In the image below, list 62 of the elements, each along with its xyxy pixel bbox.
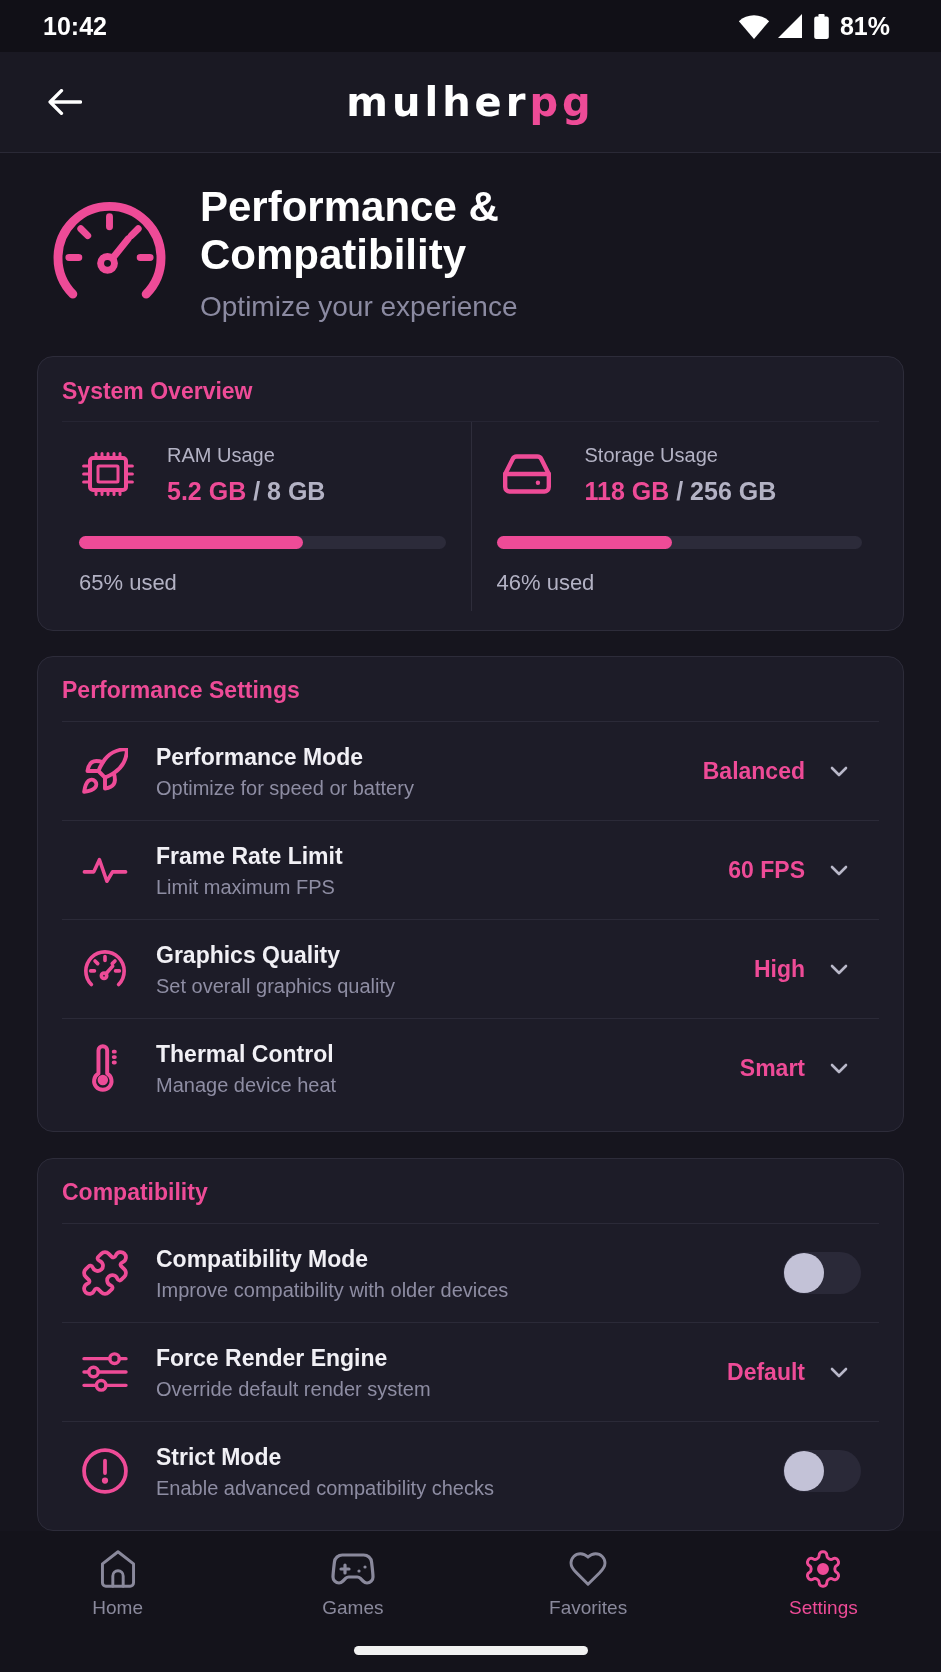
nav-tab[interactable]: Favorites bbox=[549, 1550, 628, 1620]
value-dropdown[interactable]: Default bbox=[727, 1358, 848, 1386]
card-title: Performance Settings bbox=[62, 677, 301, 703]
thermometer-icon bbox=[91, 1044, 119, 1092]
usage-label: RAM Usage bbox=[167, 443, 276, 467]
nav-tab[interactable]: Settings bbox=[789, 1550, 858, 1620]
setting-title: Thermal Control bbox=[156, 1039, 335, 1068]
gear-icon bbox=[804, 1550, 843, 1588]
usage-label: Storage Usage bbox=[584, 443, 719, 467]
setting-description: Enable advanced compatibility checks bbox=[156, 1475, 495, 1500]
gauge-icon bbox=[82, 949, 128, 989]
setting-title: Graphics Quality bbox=[156, 940, 342, 969]
chevron-down-icon bbox=[830, 1366, 848, 1378]
setting-title: Force Render Engine bbox=[156, 1343, 389, 1372]
setting-title: Performance Mode bbox=[156, 742, 365, 771]
chevron-down-icon bbox=[830, 963, 848, 975]
setting-title: Compatibility Mode bbox=[156, 1244, 370, 1273]
wifi-icon bbox=[737, 13, 770, 39]
toggle-switch[interactable] bbox=[783, 1252, 861, 1294]
setting-description: Set overall graphics quality bbox=[156, 973, 396, 998]
usage-amount: 5.2 GB / 8 GB bbox=[167, 476, 326, 506]
setting-description: Improve compatibility with older devices bbox=[156, 1277, 510, 1302]
value-dropdown[interactable]: Smart bbox=[739, 1054, 848, 1082]
home-icon bbox=[99, 1550, 136, 1588]
nav-tab[interactable]: Home bbox=[92, 1550, 143, 1620]
back-arrow-icon bbox=[48, 89, 82, 115]
battery-percentage: 81% bbox=[839, 11, 890, 41]
back-button[interactable] bbox=[48, 89, 82, 115]
puzzle-piece-icon bbox=[82, 1250, 128, 1296]
chevron-down-icon bbox=[830, 1062, 848, 1074]
setting-description: Optimize for speed or battery bbox=[156, 775, 415, 800]
exclamation-circle-icon bbox=[82, 1448, 128, 1494]
page-subtitle: Optimize your experience bbox=[200, 290, 519, 324]
hard-drive-icon bbox=[502, 452, 551, 496]
value-dropdown[interactable]: 60 FPS bbox=[728, 856, 848, 884]
chip-icon bbox=[82, 451, 134, 497]
setting-description: Override default render system bbox=[156, 1376, 432, 1401]
usage-caption: 65% used bbox=[79, 570, 178, 596]
sliders-icon bbox=[82, 1351, 128, 1393]
page-title: Performance & Compatibility bbox=[200, 183, 500, 279]
setting-description: Manage device heat bbox=[156, 1072, 338, 1097]
heart-icon bbox=[568, 1552, 609, 1586]
signal-icon bbox=[777, 14, 802, 38]
value-dropdown[interactable]: High bbox=[753, 955, 848, 983]
setting-title: Frame Rate Limit bbox=[156, 841, 344, 870]
logo-wordmark: mulherpg bbox=[346, 78, 595, 126]
battery-icon bbox=[813, 13, 829, 39]
status-time: 10:42 bbox=[43, 11, 107, 41]
rocket-icon bbox=[82, 748, 128, 794]
usage-amount: 118 GB / 256 GB bbox=[584, 476, 777, 506]
chevron-down-icon bbox=[830, 765, 848, 777]
usage-caption: 46% used bbox=[496, 570, 596, 596]
nav-tab[interactable]: Games bbox=[322, 1550, 384, 1620]
gamepad-icon bbox=[330, 1553, 375, 1585]
setting-description: Limit maximum FPS bbox=[156, 874, 336, 899]
pulse-line-icon bbox=[82, 855, 128, 885]
setting-title: Strict Mode bbox=[156, 1442, 283, 1471]
card-title: Compatibility bbox=[62, 1179, 209, 1205]
card-title: System Overview bbox=[62, 378, 254, 404]
toggle-switch[interactable] bbox=[783, 1450, 861, 1492]
chevron-down-icon bbox=[830, 864, 848, 876]
value-dropdown[interactable]: Balanced bbox=[702, 757, 848, 785]
